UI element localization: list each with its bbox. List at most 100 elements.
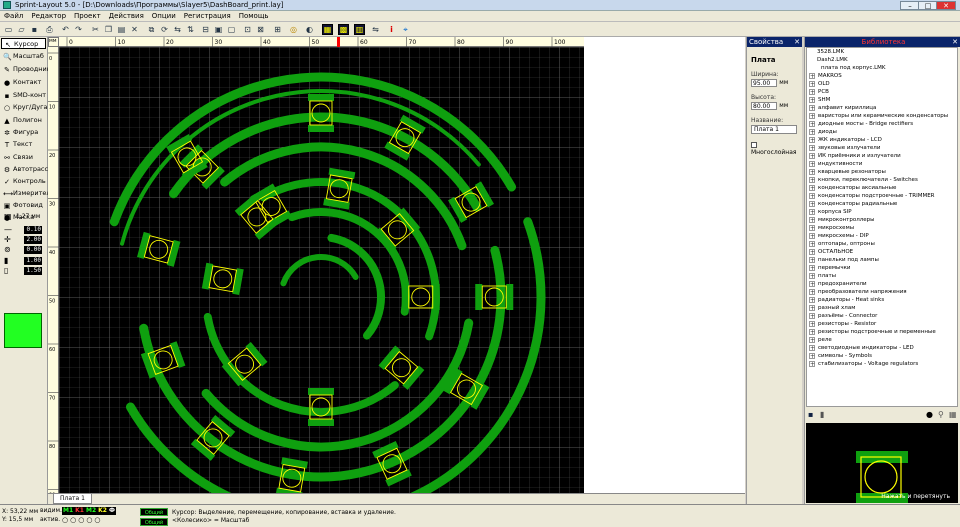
copy-icon[interactable]: ❐: [103, 24, 114, 35]
multilayer-checkbox[interactable]: Многослойная: [751, 142, 802, 156]
library-item[interactable]: + стабилизаторы - Voltage regulators: [807, 360, 957, 368]
menu-file[interactable]: Файл: [0, 11, 27, 20]
menu-project[interactable]: Проект: [70, 11, 105, 20]
tool-2[interactable]: ✎ Проводник: [1, 64, 51, 75]
pcb-board[interactable]: [59, 47, 584, 522]
delete-icon[interactable]: ✕: [129, 24, 140, 35]
menu-actions[interactable]: Действия: [105, 11, 148, 20]
expand-icon[interactable]: +: [809, 161, 815, 168]
library-item[interactable]: + ИК приёмники и излучатели: [807, 152, 957, 160]
expand-icon[interactable]: +: [809, 105, 815, 112]
library-item[interactable]: + платы: [807, 272, 957, 280]
library-item[interactable]: + микросхемы: [807, 224, 957, 232]
menu-edit[interactable]: Редактор: [27, 11, 70, 20]
expand-icon[interactable]: +: [809, 225, 815, 232]
new-file-icon[interactable]: ▭: [3, 24, 14, 35]
lock-icon[interactable]: ⊡: [242, 24, 253, 35]
library-item[interactable]: + преобразователи напряжения: [807, 288, 957, 296]
pad-outer[interactable]: ✛ 2.00: [2, 235, 46, 245]
layer-button-1[interactable]: K1: [74, 507, 85, 515]
open-file-icon[interactable]: ▱: [16, 24, 27, 35]
expand-icon[interactable]: +: [809, 81, 815, 88]
expand-icon[interactable]: +: [809, 249, 815, 256]
smd-width-value[interactable]: 1.00: [24, 257, 42, 265]
name-input[interactable]: Плата 1: [751, 125, 797, 134]
layer-button-0[interactable]: M1: [62, 507, 75, 515]
mirror-h-icon[interactable]: ⇆: [172, 24, 183, 35]
library-item[interactable]: + радиаторы - Heat sinks: [807, 296, 957, 304]
expand-icon[interactable]: +: [809, 297, 815, 304]
expand-icon[interactable]: +: [809, 241, 815, 248]
library-item[interactable]: + микросхемы - DIP: [807, 232, 957, 240]
pcb-canvas[interactable]: [59, 47, 584, 522]
library-item[interactable]: + предохранители: [807, 280, 957, 288]
library-tree[interactable]: 3528.LMK Dash2.LMK плата под корпус.LMK + MA…: [806, 47, 958, 407]
redo-icon[interactable]: ↷: [73, 24, 84, 35]
expand-icon[interactable]: +: [809, 289, 815, 296]
layer-radio-group[interactable]: ○○○○○: [62, 516, 103, 524]
group-icon[interactable]: ▣: [213, 24, 224, 35]
grid-size[interactable]: ▦ 1,27 мм: [2, 212, 46, 222]
library-item[interactable]: + микроконтроллеры: [807, 216, 957, 224]
tool-10[interactable]: ⚙ Автотрасса: [1, 164, 52, 175]
library-item[interactable]: + алфавит кириллица: [807, 104, 957, 112]
library-item[interactable]: + реле: [807, 336, 957, 344]
library-item[interactable]: + варисторы или керамические конденсаторы: [807, 112, 957, 120]
expand-icon[interactable]: +: [809, 145, 815, 152]
info-icon[interactable]: i: [386, 24, 397, 35]
library-item[interactable]: + оптопары, оптроны: [807, 240, 957, 248]
tool-6[interactable]: ▲ Полигон: [1, 115, 46, 126]
expand-icon[interactable]: +: [809, 345, 815, 352]
library-item[interactable]: + перемычки: [807, 264, 957, 272]
library-item[interactable]: + конденсаторы радиальные: [807, 200, 957, 208]
library-item[interactable]: + резисторы подстроечные и переменные: [807, 328, 957, 336]
library-settings-icon[interactable]: ▦: [949, 411, 957, 419]
expand-icon[interactable]: +: [809, 137, 815, 144]
track-width[interactable]: — 0.10: [2, 225, 46, 235]
expand-icon[interactable]: +: [809, 193, 815, 200]
library-item[interactable]: + PCB: [807, 88, 957, 96]
tool-0[interactable]: ↖ Курсор: [1, 38, 46, 49]
smd-height[interactable]: ▯ 1.50: [2, 266, 46, 276]
library-item[interactable]: плата под корпус.LMK: [807, 64, 957, 72]
zoom-fit-icon[interactable]: ⌖: [400, 24, 411, 35]
expand-icon[interactable]: +: [809, 321, 815, 328]
photoview-icon[interactable]: ▥: [354, 24, 365, 35]
expand-icon[interactable]: +: [809, 353, 815, 360]
library-item[interactable]: + резисторы - Resistor: [807, 320, 957, 328]
library-item[interactable]: + символы - Symbols: [807, 352, 957, 360]
menu-registration[interactable]: Регистрация: [180, 11, 235, 20]
tool-13[interactable]: ▣ Фотовид: [1, 200, 46, 211]
expand-icon[interactable]: +: [809, 177, 815, 184]
expand-icon[interactable]: +: [809, 209, 815, 216]
expand-icon[interactable]: +: [809, 233, 815, 240]
library-item[interactable]: + корпуса SIP: [807, 208, 957, 216]
undo-icon[interactable]: ↶: [60, 24, 71, 35]
library-item[interactable]: + индуктивности: [807, 160, 957, 168]
tool-3[interactable]: ● Контакт: [1, 77, 46, 88]
library-item[interactable]: Dash2.LMK: [807, 56, 957, 64]
minimize-button[interactable]: –: [900, 1, 920, 10]
expand-icon[interactable]: +: [809, 337, 815, 344]
library-item[interactable]: + конденсаторы аксиальные: [807, 184, 957, 192]
library-item[interactable]: + SHM: [807, 96, 957, 104]
smd-width[interactable]: ▮ 1.00: [2, 256, 46, 266]
expand-icon[interactable]: +: [809, 305, 815, 312]
tool-5[interactable]: ○ Круг/Дуга: [1, 102, 48, 113]
autoroute-icon[interactable]: ⇋: [370, 24, 381, 35]
maximize-button[interactable]: □: [918, 1, 938, 10]
moon-icon[interactable]: ◐: [304, 24, 315, 35]
duplicate-icon[interactable]: ⧉: [146, 24, 157, 35]
menu-options[interactable]: Опции: [148, 11, 180, 20]
library-item[interactable]: + светодиодные индикаторы - LED: [807, 344, 957, 352]
layer-color-swatch[interactable]: [4, 313, 42, 348]
expand-icon[interactable]: +: [809, 185, 815, 192]
mirror-v-icon[interactable]: ⇅: [185, 24, 196, 35]
expand-icon[interactable]: +: [809, 153, 815, 160]
library-item[interactable]: + звуковые излучатели: [807, 144, 957, 152]
pad-inner[interactable]: ⊚ 0.00: [2, 245, 46, 255]
library-item[interactable]: + конденсаторы подстроечные - TRIMMER: [807, 192, 957, 200]
menu-help[interactable]: Помощь: [235, 11, 273, 20]
library-delete-icon[interactable]: ▮: [820, 411, 824, 419]
library-item[interactable]: + ОСТАЛЬНОЕ: [807, 248, 957, 256]
